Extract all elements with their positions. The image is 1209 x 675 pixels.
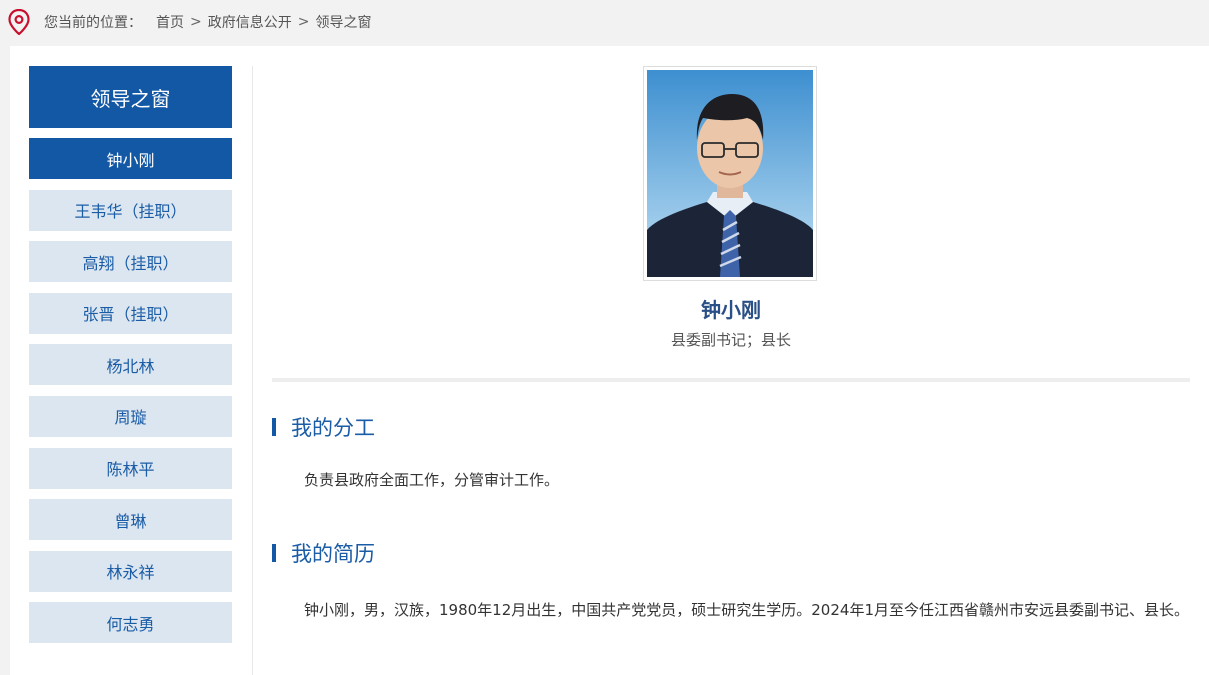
- sidebar-item-yang-beilin[interactable]: 杨北林: [29, 344, 232, 386]
- sidebar-item-wang-weihua[interactable]: 王韦华（挂职）: [29, 189, 232, 231]
- sidebar-item-zeng-lin[interactable]: 曾琳: [29, 499, 232, 541]
- duties-heading-text: 我的分工: [291, 416, 375, 440]
- sidebar-item-lin-yongxiang[interactable]: 林永祥: [29, 550, 232, 592]
- duties-heading: 我的分工: [272, 412, 375, 442]
- portrait-image: [647, 70, 813, 277]
- resume-heading: 我的简历: [272, 538, 375, 568]
- sidebar-item-zhou-xuan[interactable]: 周璇: [29, 395, 232, 437]
- heading-marker: [272, 544, 276, 562]
- breadcrumb-leaders-link[interactable]: 领导之窗: [315, 12, 371, 32]
- portrait-photo: [643, 66, 817, 281]
- breadcrumb-bar: 您当前的位置： 首页 > 政府信息公开 > 领导之窗: [0, 0, 1209, 44]
- sidebar: 领导之窗 钟小刚 王韦华（挂职） 高翔（挂职） 张晋（挂职） 杨北林 周璇 陈林…: [29, 66, 232, 654]
- profile-content: 钟小刚 县委副书记；县长 我的分工 负责县政府全面工作，分管审计工作。 我的简历…: [272, 46, 1190, 675]
- leader-name: 钟小刚: [701, 298, 761, 322]
- sidebar-item-chen-linping[interactable]: 陈林平: [29, 447, 232, 489]
- breadcrumb-separator: >: [297, 14, 310, 30]
- breadcrumb-separator: >: [190, 14, 202, 30]
- resume-text: 钟小刚，男，汉族，1980年12月出生，中国共产党党员，硕士研究生学历。2024…: [304, 601, 1189, 619]
- sidebar-item-gao-xiang[interactable]: 高翔（挂职）: [29, 241, 232, 283]
- breadcrumb-lead: 您当前的位置：: [44, 15, 142, 31]
- breadcrumb-gov-info-link[interactable]: 政府信息公开: [208, 12, 292, 32]
- breadcrumb-home-link[interactable]: 首页: [156, 12, 184, 32]
- sidebar-item-zhang-jin[interactable]: 张晋（挂职）: [29, 292, 232, 334]
- resume-heading-text: 我的简历: [291, 542, 375, 566]
- section-divider: [272, 378, 1190, 382]
- sidebar-item-he-zhiyong[interactable]: 何志勇: [29, 602, 232, 644]
- leader-title: 县委副书记；县长: [670, 331, 791, 349]
- breadcrumb: 您当前的位置： 首页 > 政府信息公开 > 领导之窗: [44, 12, 371, 32]
- sidebar-heading: 领导之窗: [29, 66, 232, 128]
- column-divider: [252, 66, 253, 675]
- main-panel: 领导之窗 钟小刚 王韦华（挂职） 高翔（挂职） 张晋（挂职） 杨北林 周璇 陈林…: [10, 46, 1209, 675]
- sidebar-item-zhong-xiaogang[interactable]: 钟小刚: [29, 138, 232, 179]
- heading-marker: [272, 418, 276, 436]
- duties-text: 负责县政府全面工作，分管审计工作。: [304, 471, 560, 489]
- location-pin-icon: [8, 9, 30, 35]
